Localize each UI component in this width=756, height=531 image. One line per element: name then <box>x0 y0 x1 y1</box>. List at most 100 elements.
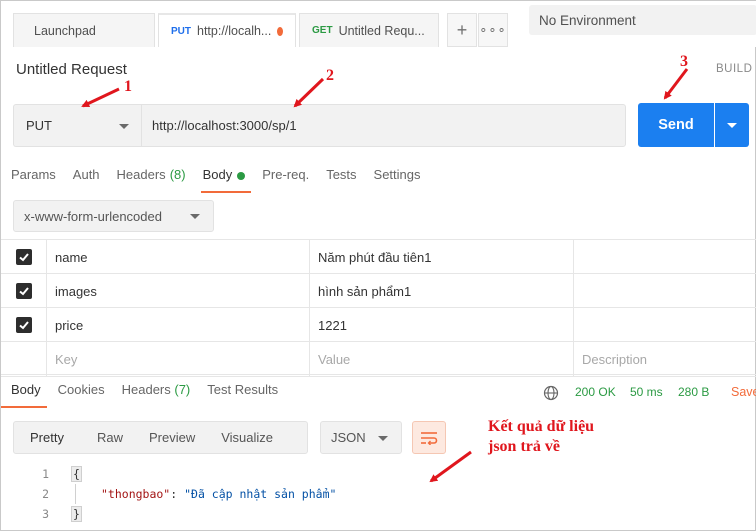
headers-count: (7) <box>174 382 191 397</box>
divider <box>1 376 756 377</box>
tab-launchpad[interactable]: Launchpad <box>13 13 155 47</box>
globe-icon[interactable] <box>543 385 559 401</box>
description-cell[interactable] <box>573 240 756 274</box>
build-label[interactable]: BUILD <box>716 63 752 75</box>
ellipsis-icon: ∘∘∘ <box>479 22 507 37</box>
tab-method: PUT <box>171 25 191 37</box>
tab-headers[interactable]: Headers (8) <box>117 167 186 193</box>
chevron-down-icon <box>727 122 737 128</box>
tab-tests[interactable]: Tests <box>326 167 356 193</box>
annotation-number: 2 <box>326 67 334 84</box>
json-key: "thongbao" <box>101 487 171 501</box>
arrow-icon <box>663 68 689 100</box>
tab-label: Headers <box>116 167 166 182</box>
code-text: { <box>71 466 82 482</box>
tab-options-button[interactable]: ∘∘∘ <box>478 13 508 47</box>
description-cell[interactable] <box>573 308 756 342</box>
tab-label: Headers <box>121 382 171 397</box>
new-tab-button[interactable]: + <box>447 13 477 47</box>
value-cell[interactable]: 1221 <box>309 308 573 342</box>
environment-select[interactable]: No Environment <box>529 5 756 35</box>
view-visualize[interactable]: Visualize <box>208 430 286 445</box>
tab-pre-request[interactable]: Pre-req. <box>262 167 309 193</box>
tab-test-results[interactable]: Test Results <box>207 382 278 408</box>
code-text: } <box>71 506 82 522</box>
indent-guide <box>75 484 76 504</box>
response-time[interactable]: 50 ms <box>630 385 663 399</box>
annotation-number: 3 <box>680 53 688 70</box>
annotation-number: 1 <box>124 78 132 95</box>
tab-response-headers[interactable]: Headers (7) <box>122 382 191 408</box>
tab-label: http://localh... <box>197 24 272 38</box>
tab-label: Body <box>202 167 233 182</box>
row-checkbox[interactable] <box>15 249 32 265</box>
tab-bar: Launchpad PUT http://localh... GET Untit… <box>1 1 756 47</box>
view-preview[interactable]: Preview <box>136 430 208 445</box>
row-checkbox[interactable] <box>15 317 32 333</box>
key-cell[interactable]: name <box>46 240 309 274</box>
headers-count: (8) <box>169 167 186 182</box>
table-row-new: Key Value Description <box>1 341 756 376</box>
tab-put-request[interactable]: PUT http://localh... <box>158 13 296 47</box>
response-size[interactable]: 280 B <box>678 385 709 399</box>
annotation-line: json trả về <box>488 438 560 455</box>
view-raw[interactable]: Raw <box>84 430 136 445</box>
tab-label: Launchpad <box>34 23 96 38</box>
tab-label: Auth <box>72 167 100 182</box>
method-select[interactable]: PUT <box>13 104 141 147</box>
wrap-lines-button[interactable] <box>412 421 446 454</box>
table-row: price 1221 <box>1 307 756 342</box>
tab-settings[interactable]: Settings <box>374 167 421 193</box>
description-cell[interactable] <box>573 274 756 308</box>
tab-label: Tests <box>326 167 357 182</box>
code-line: 2 "thongbao": "Đã cập nhật sản phẩm" <box>1 484 756 504</box>
tab-cookies[interactable]: Cookies <box>58 382 105 408</box>
line-number: 3 <box>42 507 49 521</box>
tab-get-request[interactable]: GET Untitled Requ... <box>299 13 439 47</box>
url-input[interactable]: http://localhost:3000/sp/1 <box>141 104 626 147</box>
tab-auth[interactable]: Auth <box>73 167 100 193</box>
status-code[interactable]: 200 OK <box>575 385 616 399</box>
value-cell[interactable]: Năm phút đầu tiên1 <box>309 240 573 274</box>
response-code: 1 { 2 "thongbao": "Đã cập nhật sản phẩm"… <box>1 464 756 524</box>
chevron-down-icon <box>378 436 388 441</box>
json-value: "Đã cập nhật sản phẩm" <box>184 487 337 501</box>
tab-params[interactable]: Params <box>11 167 56 193</box>
key-cell[interactable]: price <box>46 308 309 342</box>
send-button[interactable]: Send <box>638 103 714 147</box>
tab-method: GET <box>312 25 333 36</box>
tab-label: Params <box>11 167 56 182</box>
method-label: PUT <box>26 118 52 133</box>
view-mode-group: Pretty Raw Preview Visualize <box>13 421 308 454</box>
row-checkbox[interactable] <box>15 283 32 299</box>
tab-response-body[interactable]: Body <box>1 382 47 408</box>
annotation-note: Kết quả dữ liệu json trả về <box>488 417 594 457</box>
value-placeholder[interactable]: Value <box>309 342 573 376</box>
key-placeholder[interactable]: Key <box>46 342 309 376</box>
tab-body[interactable]: Body <box>200 167 251 193</box>
plus-icon: + <box>456 19 468 40</box>
send-options-button[interactable] <box>715 103 749 147</box>
send-label: Send <box>658 117 694 133</box>
request-title[interactable]: Untitled Request <box>16 61 127 78</box>
request-tabs: Params Auth Headers (8) Body Pre-req. Tes… <box>1 167 438 193</box>
key-cell[interactable]: images <box>46 274 309 308</box>
response-tabs: Body Cookies Headers (7) Test Results <box>1 382 295 408</box>
tab-label: Untitled Requ... <box>338 23 425 38</box>
table-row: name Năm phút đầu tiên1 <box>1 239 756 274</box>
wrap-icon <box>421 431 438 445</box>
view-pretty[interactable]: Pretty <box>14 430 84 445</box>
format-select[interactable]: JSON <box>320 421 402 454</box>
form-data-table: name Năm phút đầu tiên1 images hình sản … <box>1 239 756 376</box>
save-response-button[interactable]: Save <box>731 385 756 399</box>
json-separator: : <box>170 487 185 501</box>
url-text: http://localhost:3000/sp/1 <box>152 118 297 133</box>
format-label: JSON <box>331 430 366 445</box>
chevron-down-icon <box>119 124 129 129</box>
value-cell[interactable]: hình sản phẩm1 <box>309 274 573 308</box>
body-encoding-select[interactable]: x-www-form-urlencoded <box>13 200 214 232</box>
description-placeholder[interactable]: Description <box>573 342 756 376</box>
active-dot-icon <box>237 172 246 180</box>
tab-label: Pre-req. <box>262 167 310 182</box>
unsaved-dot-icon <box>277 26 283 36</box>
